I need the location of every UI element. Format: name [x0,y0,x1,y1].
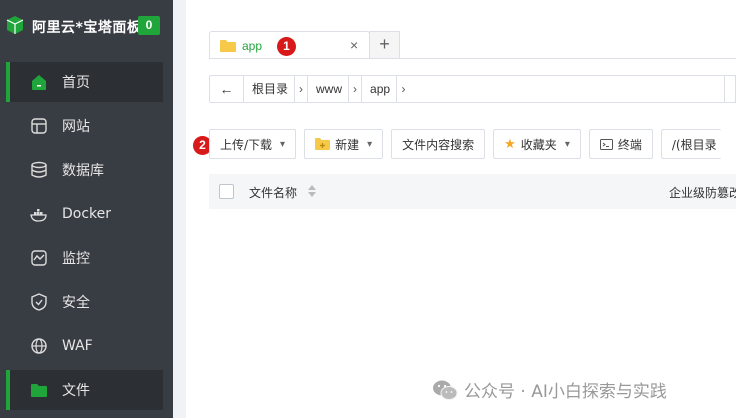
wechat-icon [433,380,458,400]
globe-window-icon [31,118,47,134]
breadcrumb-item-root[interactable]: 根目录 [244,76,294,102]
new-folder-icon [315,138,331,150]
sidebar-item-label: 安全 [62,295,90,311]
sidebar-item-label: 网站 [62,119,90,135]
notification-badge[interactable]: 0 [138,16,160,35]
chevron-down-icon: ▾ [564,138,570,150]
disk-root-button[interactable]: /(根目录 [660,129,721,159]
sidebar-item-label: 文件 [62,383,90,399]
disk-root-label: /(根目录 [671,137,717,152]
waf-icon [31,338,47,354]
path-input[interactable] [724,75,736,103]
breadcrumb-item-www[interactable]: www [308,76,348,102]
brand-header: 阿里云*宝塔面板 0 [0,0,173,50]
step-marker-1: 1 [277,37,296,56]
sidebar-item-label: 监控 [62,251,90,267]
select-all-checkbox[interactable] [219,184,234,199]
tab-bar: app × + [209,31,400,59]
sidebar-item-files[interactable]: 文件 [6,370,163,410]
new-label: 新建 [335,137,360,152]
sidebar: 阿里云*宝塔面板 0 首页 网站 数据库 Docker 监控 安全 WAF 文件 [0,0,173,418]
tab-divider [209,58,736,59]
home-icon [32,75,46,90]
sort-icon[interactable] [307,183,317,199]
sidebar-item-website[interactable]: 网站 [6,106,163,146]
sidebar-item-label: 数据库 [62,163,104,179]
chevron-down-icon: ▾ [280,138,286,150]
breadcrumb: ← 根目录 › www › app › [209,75,736,103]
close-icon[interactable]: × [350,37,358,53]
terminal-label: 终端 [617,137,642,152]
favorites-label: 收藏夹 [520,137,557,152]
new-button[interactable]: 新建 ▾ [304,129,384,159]
terminal-icon [599,138,613,150]
chevron-right-icon[interactable]: › [396,76,410,102]
folder-icon [31,384,47,397]
favorites-button[interactable]: ★ 收藏夹 ▾ [493,129,581,159]
column-header-tamper-protection: 企业级防篡改 [669,186,736,200]
file-content-search-label: 文件内容搜索 [402,137,475,152]
tab-label: app [242,39,263,53]
breadcrumb-item-app[interactable]: app [362,76,396,102]
column-header-filename[interactable]: 文件名称 [249,184,297,201]
watermark: 公众号 · AI小白探索与实践 [432,377,667,402]
file-table-header: 文件名称 企业级防篡改 [209,174,736,209]
file-content-search-button[interactable]: 文件内容搜索 [391,129,486,159]
bt-logo-icon [6,16,24,34]
monitor-icon [31,250,47,266]
upload-download-button[interactable]: 上传/下载 ▾ [209,129,297,159]
add-tab-button[interactable]: + [369,31,400,59]
folder-icon [220,40,236,52]
back-arrow-icon[interactable]: ← [210,76,244,102]
sidebar-item-database[interactable]: 数据库 [6,150,163,190]
shield-icon [31,293,47,311]
sidebar-item-waf[interactable]: WAF [6,326,163,366]
chevron-right-icon[interactable]: › [348,76,363,102]
sidebar-item-label: 首页 [62,75,90,91]
sidebar-item-label: WAF [62,338,93,354]
star-icon: ★ [504,136,516,152]
sidebar-item-label: Docker [62,206,112,222]
brand-title: 阿里云*宝塔面板 [32,20,142,36]
sidebar-item-docker[interactable]: Docker [6,194,163,234]
chevron-right-icon[interactable]: › [294,76,309,102]
file-manager-panel: app × + 1 ← 根目录 › www › app › 2 上传/下载 ▾ … [186,0,736,418]
sidebar-item-home[interactable]: 首页 [6,62,163,102]
terminal-button[interactable]: 终端 [588,129,653,159]
database-icon [31,161,47,178]
sidebar-item-monitor[interactable]: 监控 [6,238,163,278]
toolbar: 上传/下载 ▾ 新建 ▾ 文件内容搜索 ★ 收藏夹 ▾ 终端 /(根目录 [209,129,721,159]
upload-download-label: 上传/下载 [220,137,273,152]
watermark-text: 公众号 · AI小白探索与实践 [464,382,667,402]
chevron-down-icon: ▾ [367,138,373,150]
docker-icon [30,209,47,222]
sidebar-item-security[interactable]: 安全 [6,282,163,322]
